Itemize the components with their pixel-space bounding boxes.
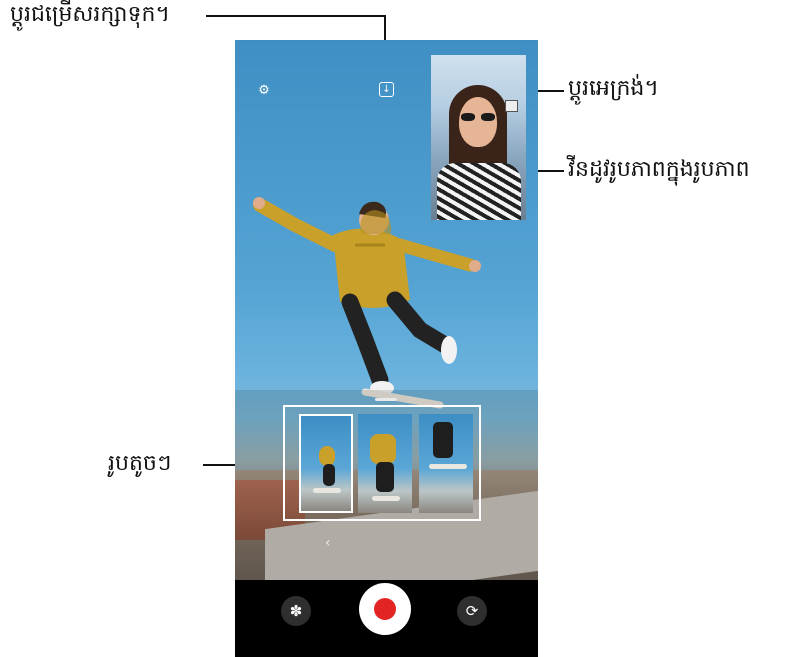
callout-thumbnails: រូបតូចៗ <box>108 451 172 476</box>
thumbnail-3[interactable] <box>419 414 473 513</box>
flower-icon[interactable]: ✽ <box>281 596 311 626</box>
striped-shirt <box>437 163 521 220</box>
thumbnail-2[interactable] <box>358 414 412 513</box>
thumbnail-1[interactable] <box>299 414 353 513</box>
record-icon <box>374 598 396 620</box>
rotate-camera-icon[interactable]: ⟳ <box>457 596 487 626</box>
drag-handle[interactable] <box>375 398 397 401</box>
download-icon[interactable]: ↓ <box>379 82 394 97</box>
gear-icon[interactable]: ⚙ <box>256 82 272 98</box>
callout-change-background: ប្ដូរអេក្រង់។ <box>568 76 659 101</box>
callout-change-save-options: ប្ដូរជម្រើសរក្សាទុក។ <box>10 2 170 27</box>
pip-view[interactable] <box>431 55 526 220</box>
record-button[interactable] <box>359 583 411 635</box>
person-face <box>459 97 497 147</box>
callout-pip-view: វីនដូវរូបភាពក្នុងរូបភាព <box>568 157 750 182</box>
camera-screen: ⚙ ↓ ‹ ✽ ⟳ <box>235 40 538 657</box>
square-icon[interactable] <box>505 100 518 112</box>
chevron-left-icon[interactable]: ‹ <box>325 535 331 551</box>
sunglasses <box>461 113 495 121</box>
leader-save-options-h <box>206 15 386 17</box>
